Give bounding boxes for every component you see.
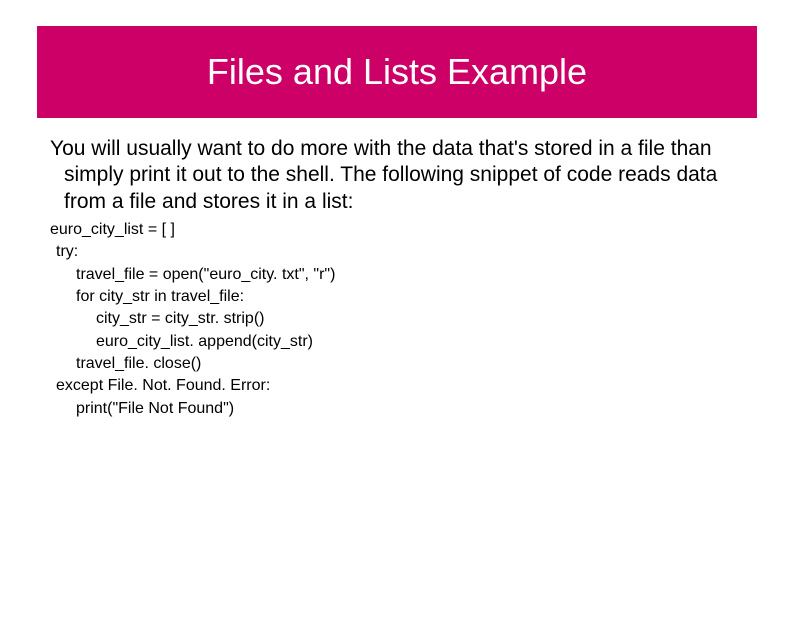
- code-block: euro_city_list = [ ] try: travel_file = …: [38, 219, 756, 421]
- code-line: city_str = city_str. strip(): [50, 308, 756, 330]
- intro-paragraph: You will usually want to do more with th…: [38, 136, 756, 215]
- code-line: euro_city_list = [ ]: [50, 219, 756, 241]
- code-line: travel_file. close(): [50, 353, 756, 375]
- slide-title: Files and Lists Example: [207, 51, 587, 93]
- body-content: You will usually want to do more with th…: [0, 118, 794, 420]
- code-line: try:: [50, 241, 756, 263]
- title-bar: Files and Lists Example: [37, 26, 757, 118]
- code-line: euro_city_list. append(city_str): [50, 331, 756, 353]
- code-line: print("File Not Found"): [50, 398, 756, 420]
- code-line: travel_file = open("euro_city. txt", "r"…: [50, 264, 756, 286]
- code-line: for city_str in travel_file:: [50, 286, 756, 308]
- code-line: except File. Not. Found. Error:: [50, 375, 756, 397]
